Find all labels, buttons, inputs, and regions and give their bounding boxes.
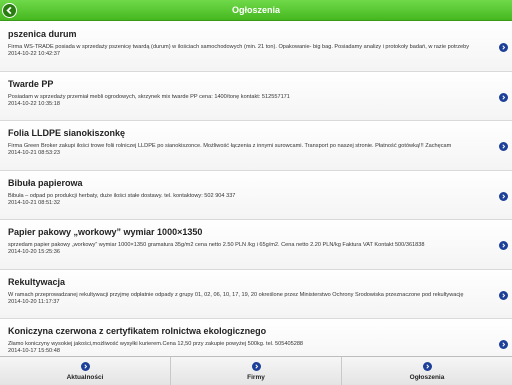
item-description: Firma WS-TRADE posiada w sprzedaży pszen… bbox=[8, 44, 470, 50]
tab-firmy[interactable]: Firmy bbox=[171, 357, 342, 385]
chevron-right-icon[interactable] bbox=[499, 191, 508, 201]
list-item[interactable]: Papier pakowy „workowy” wymiar 1000×1350… bbox=[0, 220, 512, 270]
listing-list[interactable]: pszenica durum Firma WS-TRADE posiada w … bbox=[0, 22, 512, 356]
item-title: Folia LLDPE sianokiszonkę bbox=[8, 128, 126, 138]
list-item[interactable]: Twarde PP Posiadam w sprzedaży przemiał … bbox=[0, 71, 512, 121]
item-date: 2014-10-20 11:17:37 bbox=[8, 298, 60, 305]
item-date: 2014-10-21 08:53:23 bbox=[8, 150, 60, 156]
chevron-right-icon bbox=[422, 361, 432, 371]
item-description: W ramach przeprowadzanej rekultywacji pr… bbox=[8, 291, 464, 298]
tab-label: Firmy bbox=[247, 373, 265, 381]
item-description: Posiadam w sprzedaży przemiał mebli ogro… bbox=[8, 93, 290, 100]
item-date: 2014-10-20 15:25:36 bbox=[8, 249, 60, 255]
item-date: 2014-10-17 15:50:48 bbox=[8, 348, 60, 354]
item-title: Koniczyna czerwona z certyfikatem rolnic… bbox=[8, 326, 267, 336]
chevron-right-icon[interactable] bbox=[499, 142, 508, 151]
tab-aktualnosci[interactable]: Aktualności bbox=[0, 357, 171, 385]
item-description: Złamo koniczyny wysokiej jakości,możliwo… bbox=[8, 341, 304, 347]
item-date: 2014-10-21 08:51:32 bbox=[8, 199, 60, 206]
chevron-right-icon[interactable] bbox=[499, 340, 508, 349]
tab-ogloszenia[interactable]: Ogłoszenia bbox=[342, 357, 512, 385]
item-date: 2014-10-22 10:42:37 bbox=[8, 51, 60, 57]
page-title: Ogłoszenia bbox=[231, 5, 280, 15]
item-title: Twarde PP bbox=[8, 78, 54, 89]
back-button[interactable] bbox=[2, 3, 17, 18]
list-item[interactable]: Koniczyna czerwona z certyfikatem rolnic… bbox=[0, 319, 512, 356]
item-date: 2014-10-22 10:35:18 bbox=[8, 100, 60, 107]
chevron-right-icon bbox=[80, 361, 90, 371]
list-item[interactable]: Folia LLDPE sianokiszonkę Firma Green Br… bbox=[0, 121, 512, 171]
app-header: Ogłoszenia bbox=[0, 0, 512, 21]
back-arrow-icon bbox=[6, 6, 12, 15]
item-description: sprzedam papier pakowy „workowy” wymiar … bbox=[8, 242, 425, 248]
tab-label: Aktualności bbox=[66, 373, 104, 381]
item-title: Rekultywacja bbox=[8, 276, 66, 287]
chevron-right-icon[interactable] bbox=[499, 92, 508, 102]
chevron-right-icon[interactable] bbox=[499, 290, 508, 300]
chevron-right-icon[interactable] bbox=[499, 241, 508, 250]
item-description: Bibuła – odpad po produkcji herbaty, duż… bbox=[8, 192, 236, 199]
list-item[interactable]: Bibuła papierowa Bibuła – odpad po produ… bbox=[0, 170, 512, 220]
item-description: Firma Green Broker zakupi ilości trowe f… bbox=[8, 143, 452, 149]
chevron-right-icon bbox=[251, 361, 261, 371]
bottom-nav: Aktualności Firmy Ogłoszenia bbox=[0, 356, 512, 385]
list-item[interactable]: pszenica durum Firma WS-TRADE posiada w … bbox=[0, 22, 512, 72]
tab-label: Ogłoszenia bbox=[409, 373, 445, 381]
item-title: Bibuła papierowa bbox=[8, 177, 83, 188]
item-title: pszenica durum bbox=[8, 29, 77, 39]
list-item[interactable]: Rekultywacja W ramach przeprowadzanej re… bbox=[0, 269, 512, 319]
chevron-right-icon[interactable] bbox=[499, 43, 508, 52]
item-title: Papier pakowy „workowy” wymiar 1000×1350 bbox=[8, 227, 203, 237]
